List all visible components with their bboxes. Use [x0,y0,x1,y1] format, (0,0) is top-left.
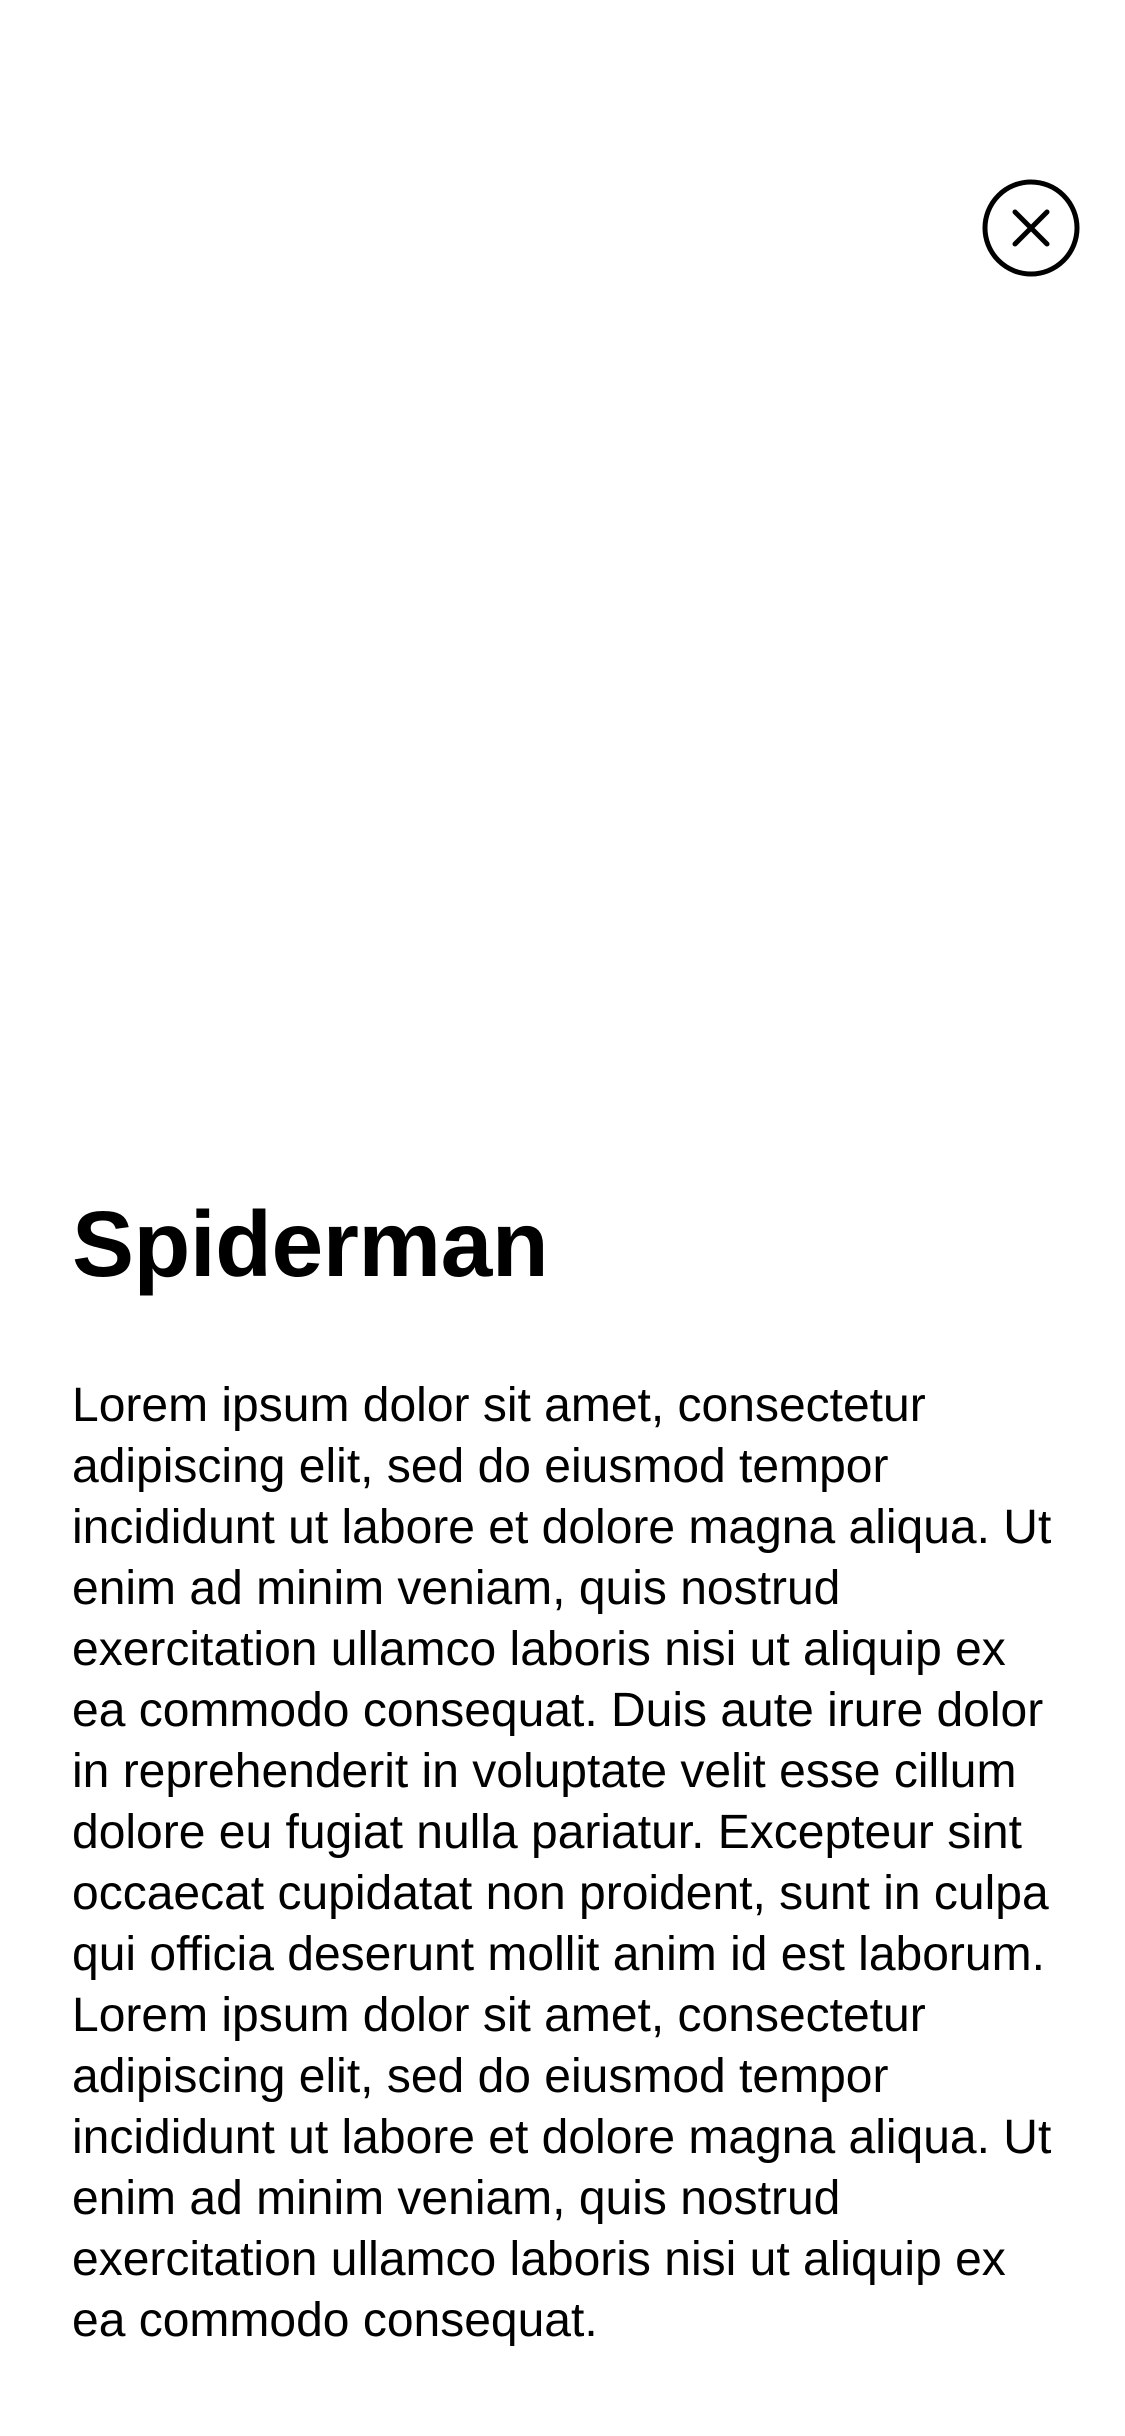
close-button[interactable] [982,179,1080,277]
description-text: Lorem ipsum dolor sit amet, consectetur … [72,1379,1052,2347]
page-title: Spiderman [72,1192,549,1296]
close-circle-icon [982,179,1080,277]
hero-image-area [0,0,1125,1150]
